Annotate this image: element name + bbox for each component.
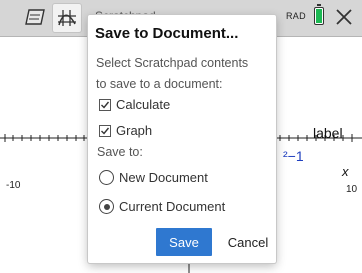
new-document-option[interactable]: New Document — [99, 170, 208, 185]
graph-label: Graph — [116, 123, 153, 138]
graph-checkbox[interactable] — [99, 124, 111, 137]
cancel-button[interactable]: Cancel — [220, 228, 276, 256]
graph-label-text: label — [313, 125, 343, 141]
graph-icon — [58, 10, 76, 26]
checkmark-icon — [101, 101, 110, 109]
new-document-label: New Document — [119, 170, 208, 185]
x-axis-label: x — [342, 164, 349, 179]
radio-selected-dot — [103, 203, 110, 210]
current-document-label: Current Document — [119, 199, 226, 214]
battery-icon — [314, 4, 324, 25]
function-label: ²−1 — [283, 148, 304, 164]
calculator-tab-button[interactable] — [20, 3, 50, 31]
calculate-option[interactable]: Calculate — [99, 97, 170, 112]
instruction-line-1: Select Scratchpad contents — [96, 56, 249, 70]
graph-tab-button[interactable] — [52, 3, 82, 33]
calculate-label: Calculate — [116, 97, 171, 112]
new-document-radio[interactable] — [99, 170, 114, 185]
save-to-document-dialog: Save to Document... Select Scratchpad co… — [88, 15, 276, 263]
battery-level — [316, 9, 322, 23]
dialog-instructions: Select Scratchpad contents to save to a … — [96, 53, 276, 95]
calculator-icon — [25, 9, 45, 25]
instruction-line-2: to save to a document: — [96, 77, 223, 91]
x-min-label: -10 — [6, 180, 21, 191]
checkmark-icon — [101, 127, 110, 135]
save-to-label: Save to: — [97, 145, 143, 159]
current-document-option[interactable]: Current Document — [99, 199, 225, 214]
dialog-title: Save to Document... — [95, 25, 239, 42]
save-button[interactable]: Save — [156, 228, 212, 256]
close-icon[interactable] — [333, 6, 355, 28]
x-max-label: 10 — [346, 184, 358, 195]
calculate-checkbox[interactable] — [99, 98, 111, 111]
graph-option[interactable]: Graph — [99, 123, 152, 138]
angle-mode-indicator: RAD — [286, 11, 306, 21]
current-document-radio[interactable] — [99, 199, 114, 214]
